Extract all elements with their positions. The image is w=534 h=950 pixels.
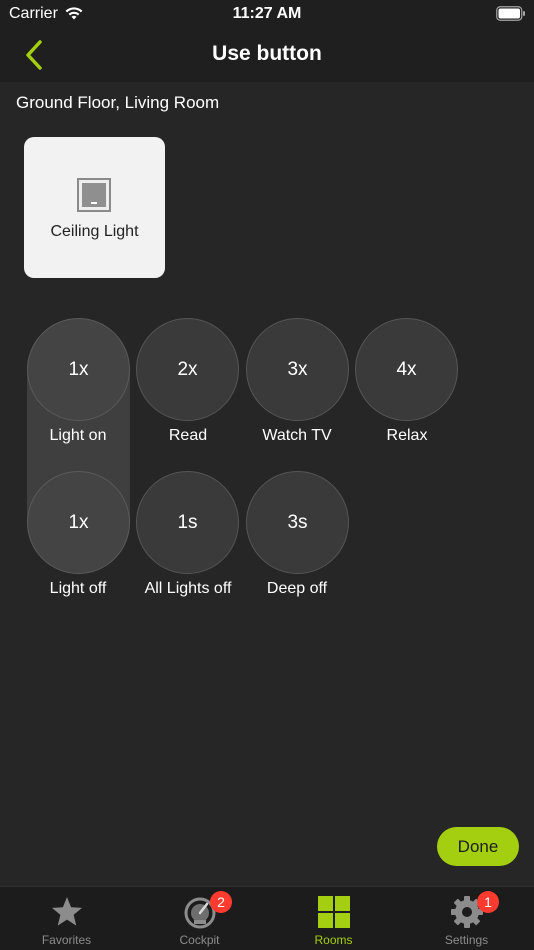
device-label: Ceiling Light	[50, 223, 139, 240]
action-button-light-on[interactable]: 1x	[27, 318, 130, 421]
action-button-read[interactable]: 2x	[136, 318, 239, 421]
tab-label-rooms: Rooms	[314, 933, 353, 947]
action-label-relax: Relax	[386, 427, 428, 444]
settings-badge: 1	[477, 891, 499, 913]
wall-switch-icon	[77, 178, 111, 212]
tab-settings[interactable]: 1 Settings	[400, 887, 533, 950]
star-icon	[51, 897, 82, 926]
action-button-light-off[interactable]: 1x	[27, 471, 130, 574]
tab-cockpit[interactable]: 2 Cockpit	[133, 887, 266, 950]
device-card-ceiling-light[interactable]: Ceiling Light	[24, 137, 165, 278]
status-time: 11:27 AM	[232, 5, 302, 22]
grid-icon	[317, 896, 350, 928]
room-location: Ground Floor, Living Room	[16, 93, 220, 112]
cockpit-badge: 2	[210, 891, 232, 913]
tab-favorites[interactable]: Favorites	[0, 887, 133, 950]
navigation-bar: Use button	[0, 30, 534, 82]
battery-icon	[496, 6, 525, 21]
action-button-all-lights-off[interactable]: 1s	[136, 471, 239, 574]
page-title: Use button	[212, 42, 322, 65]
tab-rooms[interactable]: Rooms	[267, 887, 400, 950]
tab-label-settings: Settings	[444, 933, 489, 947]
action-button-watch-tv[interactable]: 3x	[246, 318, 349, 421]
tab-bar: Favorites 2 Cockpit Rooms 1 Settings	[0, 886, 534, 950]
action-button-deep-off[interactable]: 3s	[246, 471, 349, 574]
tab-label-cockpit: Cockpit	[179, 933, 220, 947]
action-button-relax[interactable]: 4x	[355, 318, 458, 421]
done-button[interactable]: Done	[437, 827, 519, 866]
action-label-deep-off: Deep off	[266, 580, 328, 597]
tab-label-favorites: Favorites	[41, 933, 92, 947]
status-bar: Carrier 11:27 AM	[0, 0, 534, 30]
